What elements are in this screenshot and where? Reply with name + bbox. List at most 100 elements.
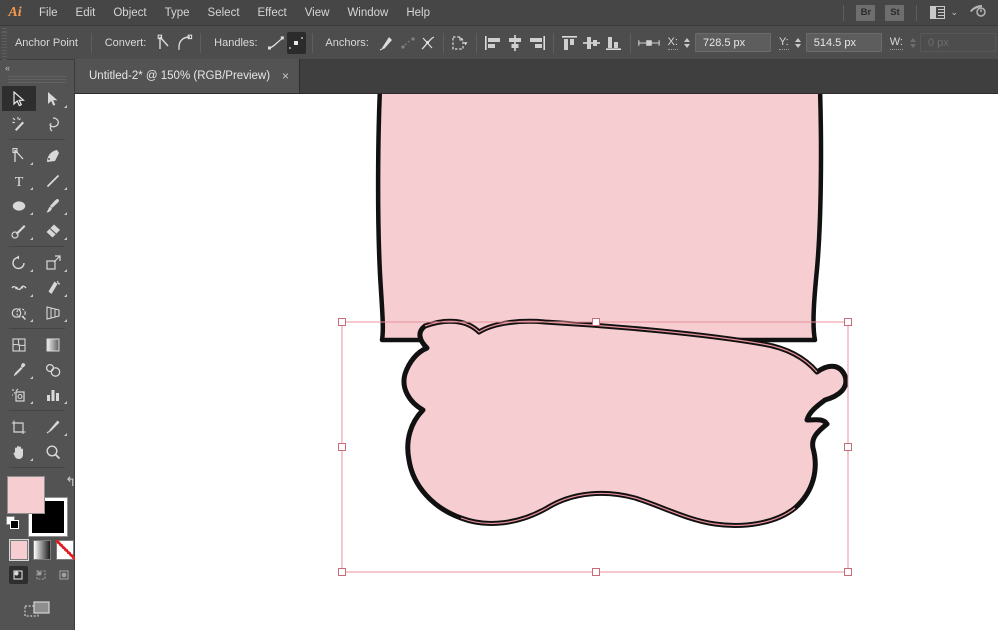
draw-behind-mode-icon[interactable] <box>32 566 51 584</box>
rotate-tool[interactable] <box>2 250 36 275</box>
isolate-selected-object-icon[interactable] <box>450 32 470 54</box>
paintbrush-tool[interactable] <box>36 193 70 218</box>
convert-to-corner-icon[interactable] <box>155 32 174 54</box>
cut-path-at-anchor-icon[interactable] <box>419 32 438 54</box>
menu-view[interactable]: View <box>296 0 339 26</box>
shape-builder-tool[interactable] <box>2 300 36 325</box>
divider <box>90 32 92 53</box>
handles-label: Handles: <box>214 36 258 49</box>
hide-handles-icon[interactable] <box>287 31 306 54</box>
align-top-icon[interactable] <box>560 32 580 54</box>
drawing-mode-group <box>9 566 74 584</box>
type-tool[interactable]: T <box>2 168 36 193</box>
tools-panel-grip[interactable] <box>8 76 66 84</box>
draw-inside-mode-icon[interactable] <box>55 566 74 584</box>
eyedropper-tool[interactable] <box>2 357 36 382</box>
none-swatch-button[interactable] <box>56 540 76 560</box>
y-input[interactable]: 514.5 px <box>805 33 882 52</box>
tools-panel-header[interactable]: « <box>0 60 74 76</box>
menu-object[interactable]: Object <box>104 0 155 26</box>
divider <box>443 32 445 53</box>
menu-effect[interactable]: Effect <box>249 0 296 26</box>
bridge-button[interactable]: Br <box>856 4 876 21</box>
lasso-tool[interactable] <box>36 111 70 136</box>
workspace-switcher-button[interactable]: ⌄ <box>927 4 961 21</box>
symbol-sprayer-tool[interactable] <box>2 382 36 407</box>
fill-color-swatch[interactable] <box>7 476 45 514</box>
stock-button[interactable]: St <box>885 4 905 21</box>
tool-grid: T <box>0 86 72 471</box>
connect-anchors-icon[interactable] <box>398 32 417 54</box>
align-right-icon[interactable] <box>527 32 547 54</box>
anchors-label: Anchors: <box>325 36 369 49</box>
y-stepper[interactable] <box>793 33 804 53</box>
direct-selection-tool[interactable] <box>36 86 70 111</box>
mesh-tool[interactable] <box>2 332 36 357</box>
gradient-tool[interactable] <box>36 332 70 357</box>
anchor-point-reference-icon[interactable] <box>637 32 661 54</box>
divider <box>553 32 554 53</box>
curvature-tool[interactable] <box>36 143 70 168</box>
show-handles-icon[interactable] <box>267 32 286 54</box>
artwork-shape-selected[interactable] <box>401 318 849 528</box>
y-label: Y: <box>778 35 789 50</box>
document-tab[interactable]: Untitled-2* @ 150% (RGB/Preview) × <box>75 59 301 93</box>
zoom-tool[interactable] <box>36 439 70 464</box>
x-input[interactable]: 728.5 px <box>694 33 771 52</box>
line-segment-tool[interactable] <box>36 168 70 193</box>
color-mode-group <box>9 539 76 561</box>
divider <box>200 32 202 53</box>
menu-type[interactable]: Type <box>156 0 199 26</box>
pencil-tool[interactable] <box>2 218 36 243</box>
artboard-tool[interactable] <box>2 414 36 439</box>
draw-normal-mode-icon[interactable] <box>9 566 28 584</box>
magic-wand-tool[interactable] <box>2 111 36 136</box>
menu-bar: Ai File Edit Object Type Select Effect V… <box>0 0 998 26</box>
convert-to-smooth-icon[interactable] <box>176 32 195 54</box>
align-horizontal-center-icon[interactable] <box>505 32 525 54</box>
eraser-tool[interactable] <box>36 218 70 243</box>
menu-edit[interactable]: Edit <box>67 0 105 26</box>
menu-file[interactable]: File <box>30 0 67 26</box>
pen-tool[interactable] <box>2 143 36 168</box>
ellipse-tool[interactable] <box>2 193 36 218</box>
search-help-icon[interactable] <box>968 2 986 23</box>
artboard-canvas[interactable] <box>75 94 998 630</box>
color-swatch-button[interactable] <box>9 539 29 561</box>
gradient-swatch-button[interactable] <box>33 540 51 560</box>
hand-tool[interactable] <box>2 439 36 464</box>
width-field: W: 0 px <box>884 33 996 53</box>
scale-tool[interactable] <box>36 250 70 275</box>
blend-tool[interactable] <box>36 357 70 382</box>
app-logo-icon: Ai <box>8 4 22 20</box>
x-label: X: <box>667 35 678 50</box>
close-icon[interactable]: × <box>282 70 289 82</box>
perspective-grid-tool[interactable] <box>36 300 70 325</box>
illustrator-window: Ai File Edit Object Type Select Effect V… <box>0 0 998 630</box>
change-screen-mode-icon[interactable] <box>0 598 74 622</box>
align-bottom-icon[interactable] <box>604 32 624 54</box>
y-coordinate-field[interactable]: Y: 514.5 px <box>773 33 882 53</box>
menu-select[interactable]: Select <box>199 0 249 26</box>
align-left-icon[interactable] <box>483 32 503 54</box>
x-stepper[interactable] <box>682 33 693 53</box>
menu-window[interactable]: Window <box>338 0 397 26</box>
active-tool-label: Anchor Point <box>14 36 78 49</box>
collapse-panel-icon[interactable]: « <box>5 63 10 73</box>
align-vertical-center-icon[interactable] <box>582 32 602 54</box>
artwork-svg <box>338 94 852 576</box>
free-transform-tool[interactable] <box>36 275 70 300</box>
column-graph-tool[interactable] <box>36 382 70 407</box>
default-fill-stroke-icon[interactable] <box>6 516 21 531</box>
menu-help[interactable]: Help <box>397 0 439 26</box>
remove-anchor-icon[interactable] <box>378 32 397 54</box>
x-coordinate-field[interactable]: X: 728.5 px <box>662 33 771 53</box>
control-bar-grip[interactable] <box>0 25 7 60</box>
slice-tool[interactable] <box>36 414 70 439</box>
selection-tool[interactable] <box>2 86 36 111</box>
divider <box>9 246 65 247</box>
width-tool[interactable] <box>2 275 36 300</box>
artwork-shape-upper <box>375 94 824 343</box>
divider <box>476 32 478 53</box>
document-tab-bar: Untitled-2* @ 150% (RGB/Preview) × <box>75 59 998 94</box>
